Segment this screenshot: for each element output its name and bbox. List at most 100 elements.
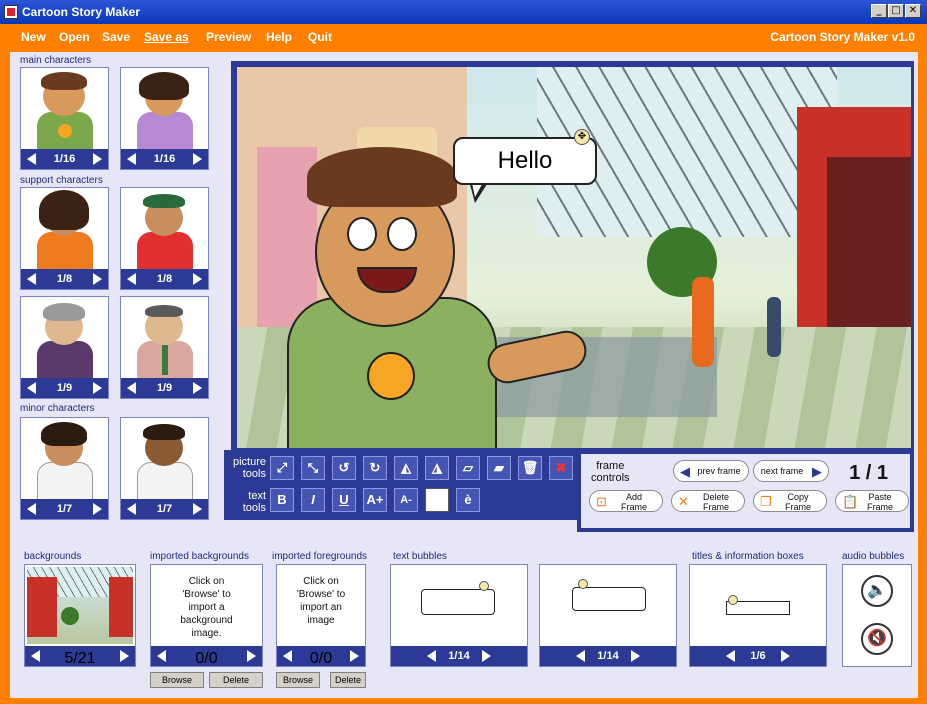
flip-horizontal-icon[interactable]: ◭	[394, 456, 418, 480]
accent-characters-button[interactable]: è	[456, 488, 480, 512]
backgrounds-label: backgrounds	[24, 551, 82, 562]
delete-foreground-button[interactable]: Delete	[330, 672, 366, 688]
menu-bar: New Open Save Save as Preview Help Quit …	[0, 24, 927, 52]
minor-character-card-2[interactable]: 1/7	[120, 417, 209, 520]
imported-foreground-nav: 0/0	[277, 646, 365, 667]
next-arrow-icon[interactable]	[93, 503, 102, 515]
frame-counter: 1 / 1	[849, 462, 888, 484]
minor-characters-label: minor characters	[20, 403, 95, 414]
imported-foregrounds-label: imported foregrounds	[272, 551, 368, 562]
maximize-button[interactable]: □	[888, 4, 904, 18]
speech-bubble[interactable]: Hello	[453, 137, 597, 185]
menu-preview[interactable]: Preview	[206, 30, 251, 44]
delete-frame-icon: ✕	[678, 494, 689, 509]
text-bubble-card-1[interactable]: 1/14	[390, 564, 528, 667]
main-characters-label: main characters	[20, 55, 92, 66]
story-frame-canvas[interactable]: Hello ✥	[231, 61, 914, 450]
next-arrow-icon[interactable]	[193, 503, 202, 515]
imported-background-card[interactable]: Click on 'Browse' to import a background…	[150, 564, 263, 667]
browse-foreground-button[interactable]: Browse	[276, 672, 320, 688]
font-size-up-button[interactable]: A+	[363, 488, 387, 512]
character-nav: 1/9	[21, 378, 108, 398]
imported-foreground-card[interactable]: Click on 'Browse' to import an image 0/0	[276, 564, 366, 667]
minimize-button[interactable]: _	[871, 4, 887, 18]
background-card[interactable]: 5/21	[24, 564, 136, 667]
text-bubble-card-2[interactable]: 1/14	[539, 564, 677, 667]
main-character-card-2[interactable]: 1/16	[120, 67, 209, 170]
flip-vertical-icon[interactable]: ◮	[425, 456, 449, 480]
italic-button[interactable]: I	[301, 488, 325, 512]
character-image	[121, 418, 208, 499]
next-frame-button[interactable]: next frame ▶	[753, 460, 829, 482]
menu-save[interactable]: Save	[102, 30, 130, 44]
right-arrow-icon: ▶	[812, 464, 822, 479]
next-arrow-icon[interactable]	[781, 650, 790, 662]
copy-frame-button[interactable]: ❐ Copy Frame	[753, 490, 827, 512]
menu-quit[interactable]: Quit	[308, 30, 332, 44]
bubble-preview	[572, 587, 646, 611]
speaker-off-icon[interactable]: 🔇	[861, 623, 893, 655]
support-characters-label: support characters	[20, 175, 103, 186]
next-arrow-icon[interactable]	[93, 273, 102, 285]
next-arrow-icon[interactable]	[631, 650, 640, 662]
support-character-card-1[interactable]: 1/8	[20, 187, 109, 290]
next-arrow-icon[interactable]	[247, 650, 256, 662]
text-bubble-nav: 1/14	[391, 646, 527, 666]
menu-help[interactable]: Help	[266, 30, 292, 44]
prev-frame-button[interactable]: ◀ prev frame	[673, 460, 749, 482]
next-arrow-icon[interactable]	[193, 382, 202, 394]
rotate-left-icon[interactable]: ↺	[332, 456, 356, 480]
character-image	[21, 188, 108, 269]
menu-new[interactable]: New	[21, 30, 46, 44]
app-version: Cartoon Story Maker v1.0	[770, 30, 915, 44]
move-handle-icon[interactable]: ✥	[574, 129, 590, 145]
underline-button[interactable]: U	[332, 488, 356, 512]
trash-icon[interactable]: 🗑	[518, 456, 542, 480]
character-image	[21, 297, 108, 378]
speaker-icon[interactable]: 🔈	[861, 575, 893, 607]
imported-backgrounds-label: imported backgrounds	[150, 551, 249, 562]
delete-frame-button[interactable]: ✕ Delete Frame	[671, 490, 745, 512]
title-box-card[interactable]: 1/6	[689, 564, 827, 667]
next-arrow-icon[interactable]	[193, 153, 202, 165]
menu-open[interactable]: Open	[59, 30, 90, 44]
delete-background-button[interactable]: Delete	[209, 672, 263, 688]
audio-bubbles-card[interactable]: 🔈 🔇	[842, 564, 912, 667]
support-character-card-4[interactable]: 1/9	[120, 296, 209, 399]
frame-controls: frame controls ◀ prev frame next frame ▶ …	[577, 450, 914, 532]
background-thumbnail	[27, 567, 133, 644]
next-arrow-icon[interactable]	[482, 650, 491, 662]
move-handle-icon	[578, 579, 588, 589]
send-backward-icon[interactable]: ▰	[487, 456, 511, 480]
main-panel: main characters 1/16 1/16 support charac…	[10, 52, 918, 698]
next-arrow-icon[interactable]	[93, 153, 102, 165]
text-color-picker[interactable]	[425, 488, 449, 512]
browse-background-button[interactable]: Browse	[150, 672, 204, 688]
paste-frame-button[interactable]: 📋 Paste Frame	[835, 490, 909, 512]
text-bubble-count: 1/14	[448, 650, 470, 662]
font-size-down-button[interactable]: A-	[394, 488, 418, 512]
next-arrow-icon[interactable]	[93, 382, 102, 394]
next-arrow-icon[interactable]	[193, 273, 202, 285]
bold-button[interactable]: B	[270, 488, 294, 512]
character-image	[21, 68, 108, 149]
text-tools-label: text tools	[242, 490, 266, 514]
next-arrow-icon[interactable]	[350, 650, 359, 662]
support-character-card-2[interactable]: 1/8	[120, 187, 209, 290]
rotate-right-icon[interactable]: ↻	[363, 456, 387, 480]
character-nav: 1/8	[121, 269, 208, 289]
next-arrow-icon[interactable]	[120, 650, 129, 662]
move-handle-icon	[479, 581, 489, 591]
shrink-icon[interactable]: ⤡	[301, 456, 325, 480]
close-button[interactable]: ✕	[905, 4, 921, 18]
menu-save-as[interactable]: Save as	[144, 30, 189, 44]
minor-character-card-1[interactable]: 1/7	[20, 417, 109, 520]
main-character-card-1[interactable]: 1/16	[20, 67, 109, 170]
support-character-card-3[interactable]: 1/9	[20, 296, 109, 399]
add-frame-button[interactable]: ⊡ Add Frame	[589, 490, 663, 512]
background-count: 5/21	[64, 650, 96, 667]
enlarge-icon[interactable]: ⤢	[270, 456, 294, 480]
picture-tools-label: picture tools	[232, 456, 266, 480]
delete-all-icon[interactable]: ✖	[549, 456, 573, 480]
bring-forward-icon[interactable]: ▱	[456, 456, 480, 480]
